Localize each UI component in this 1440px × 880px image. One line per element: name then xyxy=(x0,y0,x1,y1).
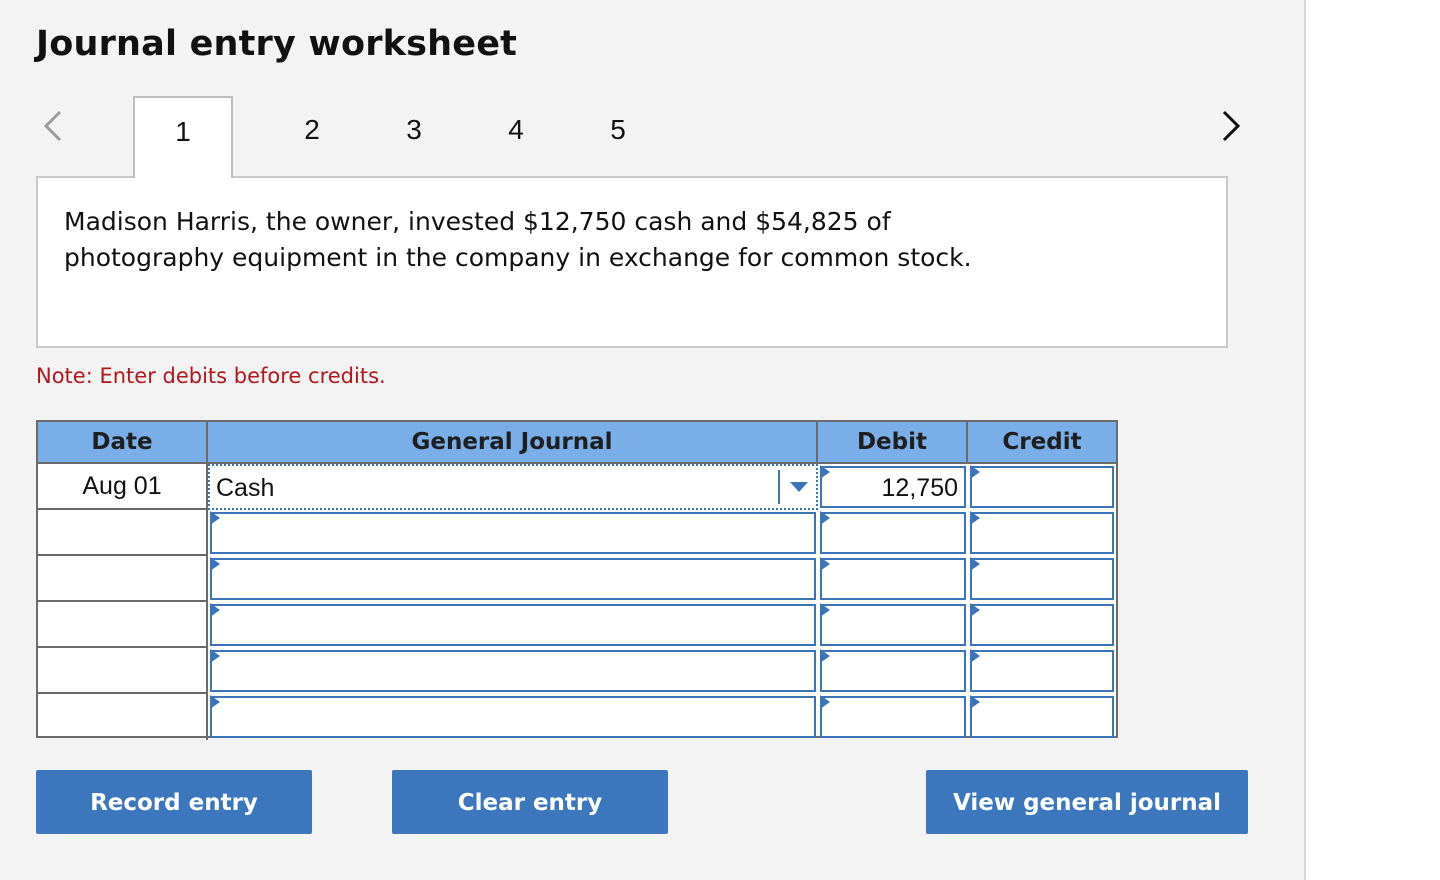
account-select-value: Cash xyxy=(216,474,274,503)
credit-input[interactable] xyxy=(970,696,1114,738)
input-marker-icon xyxy=(210,695,220,709)
table-row xyxy=(38,648,1116,694)
page-title: Journal entry worksheet xyxy=(36,24,517,64)
tab-2[interactable]: 2 xyxy=(282,114,342,146)
account-select[interactable]: Cash xyxy=(208,464,818,510)
input-marker-icon xyxy=(210,603,220,617)
question-line-1: Madison Harris, the owner, invested $12,… xyxy=(64,204,1164,240)
account-input[interactable] xyxy=(210,558,816,600)
debit-value: 12,750 xyxy=(882,474,958,503)
table-row: Aug 01 Cash 12,750 xyxy=(38,464,1116,510)
clear-entry-button[interactable]: Clear entry xyxy=(392,770,668,834)
date-cell[interactable] xyxy=(38,602,208,648)
tab-5[interactable]: 5 xyxy=(588,114,648,146)
question-line-2: photography equipment in the company in … xyxy=(64,240,1164,276)
input-marker-icon xyxy=(970,511,980,525)
header-general-journal: General Journal xyxy=(208,422,818,462)
debit-input[interactable]: 12,750 xyxy=(820,466,966,508)
input-marker-icon xyxy=(820,649,830,663)
question-box: Madison Harris, the owner, invested $12,… xyxy=(36,176,1228,348)
credit-input[interactable] xyxy=(970,512,1114,554)
debit-input[interactable] xyxy=(820,650,966,692)
account-input[interactable] xyxy=(210,512,816,554)
credit-input[interactable] xyxy=(970,466,1114,508)
input-marker-icon xyxy=(210,511,220,525)
credit-input[interactable] xyxy=(970,604,1114,646)
header-debit: Debit xyxy=(818,422,968,462)
record-entry-button[interactable]: Record entry xyxy=(36,770,312,834)
input-marker-icon xyxy=(970,649,980,663)
chevron-left-icon xyxy=(34,106,74,146)
debit-input[interactable] xyxy=(820,512,966,554)
tab-3[interactable]: 3 xyxy=(384,114,444,146)
input-marker-icon xyxy=(970,557,980,571)
debit-input[interactable] xyxy=(820,604,966,646)
next-arrow-button[interactable] xyxy=(1210,106,1250,146)
header-date: Date xyxy=(38,422,208,462)
worksheet-panel: Journal entry worksheet 1 2 3 4 5 Madiso… xyxy=(0,0,1306,880)
input-marker-icon xyxy=(970,695,980,709)
table-row xyxy=(38,510,1116,556)
question-text: Madison Harris, the owner, invested $12,… xyxy=(64,204,1164,276)
table-row xyxy=(38,694,1116,740)
input-marker-icon xyxy=(820,511,830,525)
account-input[interactable] xyxy=(210,604,816,646)
date-cell[interactable] xyxy=(38,510,208,556)
prev-arrow-button[interactable] xyxy=(34,106,74,146)
chevron-right-icon xyxy=(1210,106,1250,146)
input-marker-icon xyxy=(820,603,830,617)
input-marker-icon xyxy=(820,465,830,479)
tab-1[interactable]: 1 xyxy=(133,96,233,178)
input-marker-icon xyxy=(820,557,830,571)
debit-input[interactable] xyxy=(820,696,966,738)
debit-input[interactable] xyxy=(820,558,966,600)
credit-input[interactable] xyxy=(970,558,1114,600)
input-marker-icon xyxy=(210,557,220,571)
input-marker-icon xyxy=(210,649,220,663)
tab-label: 1 xyxy=(135,116,231,148)
view-general-journal-button[interactable]: View general journal xyxy=(926,770,1248,834)
input-marker-icon xyxy=(970,465,980,479)
note-text: Note: Enter debits before credits. xyxy=(36,364,386,388)
account-input[interactable] xyxy=(210,650,816,692)
input-marker-icon xyxy=(820,695,830,709)
tab-4[interactable]: 4 xyxy=(486,114,546,146)
select-divider xyxy=(778,470,780,504)
date-cell[interactable] xyxy=(38,556,208,602)
chevron-down-icon[interactable] xyxy=(790,482,808,492)
table-row xyxy=(38,556,1116,602)
account-input[interactable] xyxy=(210,696,816,738)
credit-input[interactable] xyxy=(970,650,1114,692)
input-marker-icon xyxy=(970,603,980,617)
header-credit: Credit xyxy=(968,422,1116,462)
date-cell[interactable] xyxy=(38,694,208,740)
table-row xyxy=(38,602,1116,648)
date-cell[interactable] xyxy=(38,648,208,694)
journal-table: Date General Journal Debit Credit Aug 01… xyxy=(36,420,1118,738)
date-cell[interactable]: Aug 01 xyxy=(38,464,208,510)
